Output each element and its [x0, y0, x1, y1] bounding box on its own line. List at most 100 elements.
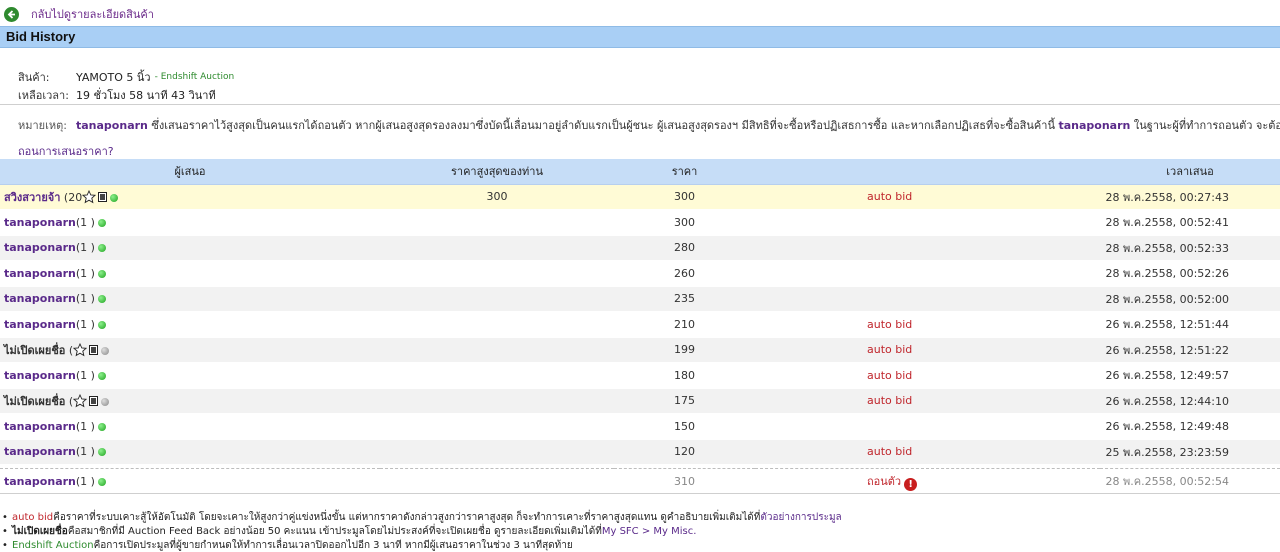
status-dot-icon — [97, 371, 106, 380]
retract-status-cell: ถอนตัว! — [755, 468, 1100, 494]
status-dot-icon — [97, 422, 106, 431]
bidder-cell: tanaponarn(1 ) — [0, 311, 380, 338]
bidder-cell: tanaponarn(1 ) — [0, 235, 380, 261]
status-dot-icon — [101, 397, 110, 406]
max-price-cell — [380, 260, 614, 287]
status-dot-icon — [101, 346, 110, 355]
retracted-bid-row: tanaponarn(1 ) 310 ถอนตัว! 28 พ.ค.2558, 00:… — [0, 468, 1280, 494]
status-dot-icon — [97, 244, 106, 253]
status-dot-icon — [97, 448, 106, 457]
auction-type-tag: - Endshift Auction — [154, 72, 235, 82]
note-anonymous: • ไม่เปิดเผยชื่อ คือสมาชิกที่มี Auction F… — [2, 525, 697, 539]
feedback-count: (1 ) — [75, 368, 95, 382]
table-row: tanaponarn(1 ) 150 26 พ.ค.2558, 12:49:48 — [0, 413, 1280, 440]
remark-label: หมายเหตุ: — [18, 119, 67, 132]
auto-bid-cell — [755, 260, 1100, 287]
back-link-row[interactable]: กลับไปดูรายละเอียดสินค้า — [4, 6, 154, 22]
feedback-count: (1 ) — [75, 317, 95, 331]
my-sfc-link[interactable]: My SFC > My Misc. — [602, 525, 697, 539]
table-row: tanaponarn(1 ) 210 auto bid 26 พ.ค.2558, 12… — [0, 311, 1280, 338]
bidder-name[interactable]: tanaponarn — [4, 445, 76, 458]
feedback-count: (1 ) — [75, 445, 95, 459]
table-row: tanaponarn(1 ) 235 28 พ.ค.2558, 00:52:00 — [0, 286, 1280, 312]
star-icon — [73, 393, 88, 408]
remaining-label: เหลือเวลา: — [18, 89, 69, 102]
bidder-name[interactable]: tanaponarn — [4, 318, 76, 331]
bid-time-cell: 26 พ.ค.2558, 12:51:44 — [1100, 311, 1280, 338]
table-header-row: ผู้เสนอ ราคาสูงสุดของท่าน ราคา เวลาเสนอ — [0, 159, 1280, 185]
bidder-cell: tanaponarn(1 ) — [0, 286, 380, 312]
status-dot-icon — [97, 269, 106, 278]
feedback-count: (1 ) — [75, 292, 95, 306]
bidder-cell: tanaponarn(1 ) — [0, 468, 380, 494]
feedback-count: (1 ) — [75, 215, 95, 229]
auto-bid-cell: auto bid — [755, 184, 1100, 210]
bidder-name[interactable]: tanaponarn — [4, 369, 76, 382]
price-cell: 235 — [614, 286, 755, 312]
remark-user-2[interactable]: tanaponarn — [1058, 119, 1130, 132]
remaining-time: 19 ชั่วโมง 58 นาที 43 วินาที — [76, 89, 216, 102]
exclamation-icon[interactable]: ! — [904, 477, 918, 491]
auto-bid-cell: auto bid — [755, 337, 1100, 363]
table-row: tanaponarn(1 ) 280 28 พ.ค.2558, 00:52:33 — [0, 235, 1280, 261]
bidder-name[interactable]: สวิงสวายจ้า — [4, 191, 60, 204]
feedback-count: (1 ) — [75, 241, 95, 255]
auto-bid-cell: auto bid — [755, 311, 1100, 338]
col-price: ราคา — [614, 159, 755, 185]
legend-notes: • auto bid คือราคาที่ระบบเคาะสู้ให้อัตโนม… — [2, 511, 842, 552]
price-cell: 150 — [614, 413, 755, 440]
bidder-name[interactable]: tanaponarn — [4, 475, 76, 488]
auto-bid-cell: auto bid — [755, 362, 1100, 389]
retract-bid-link[interactable]: ถอนการเสนอราคา? — [18, 142, 114, 160]
bidder-name[interactable]: tanaponarn — [4, 292, 76, 305]
bid-time-cell: 28 พ.ค.2558, 00:52:41 — [1100, 209, 1280, 236]
col-blank — [755, 159, 1100, 185]
bid-time-cell: 28 พ.ค.2558, 00:52:26 — [1100, 260, 1280, 287]
price-cell: 310 — [614, 468, 755, 494]
bid-time-cell: 25 พ.ค.2558, 23:23:59 — [1100, 439, 1280, 465]
star-icon — [73, 342, 88, 357]
table-row: สวิงสวายจ้า (20 300 300 auto bid 28 พ.ค.2558… — [0, 184, 1280, 210]
price-cell: 180 — [614, 362, 755, 389]
bidder-name[interactable]: tanaponarn — [4, 216, 76, 229]
bidder-name[interactable]: tanaponarn — [4, 267, 76, 280]
max-price-cell: 300 — [380, 184, 614, 210]
arrow-left-icon[interactable] — [4, 6, 19, 22]
max-price-cell — [380, 362, 614, 389]
feedback-count: ( — [65, 394, 74, 408]
bidder-cell: tanaponarn(1 ) — [0, 209, 380, 236]
feedback-count: (1 ) — [75, 419, 95, 433]
auction-example-link[interactable]: ตัวอย่างการประมูล — [760, 511, 841, 525]
max-price-cell — [380, 413, 614, 440]
max-price-cell — [380, 209, 614, 236]
price-cell: 300 — [614, 184, 755, 210]
auto-bid-cell — [755, 413, 1100, 440]
price-cell: 175 — [614, 388, 755, 414]
status-dot-icon — [97, 295, 106, 304]
bidder-cell: tanaponarn(1 ) — [0, 413, 380, 440]
feedback-count: ( — [65, 343, 74, 357]
bidder-name[interactable]: tanaponarn — [4, 420, 76, 433]
bidder-cell: tanaponarn(1 ) — [0, 362, 380, 389]
bidder-cell: ไม่เปิดเผยชื่อ ( — [0, 388, 380, 414]
price-cell: 280 — [614, 235, 755, 261]
price-cell: 120 — [614, 439, 755, 465]
member-badge-icon — [89, 395, 99, 406]
member-badge-icon — [98, 191, 108, 202]
bidder-name[interactable]: tanaponarn — [4, 241, 76, 254]
max-price-cell — [380, 388, 614, 414]
bidder-cell: tanaponarn(1 ) — [0, 260, 380, 287]
bid-time-cell: 26 พ.ค.2558, 12:44:10 — [1100, 388, 1280, 414]
table-row: tanaponarn(1 ) 120 auto bid 25 พ.ค.2558, 23… — [0, 439, 1280, 465]
bid-history-table: ผู้เสนอ ราคาสูงสุดของท่าน ราคา เวลาเสนอ … — [0, 159, 1280, 494]
auto-bid-cell — [755, 235, 1100, 261]
remark-user[interactable]: tanaponarn — [76, 119, 148, 132]
max-price-cell — [380, 468, 614, 494]
status-dot-icon — [97, 218, 106, 227]
bid-time-cell: 28 พ.ค.2558, 00:52:54 — [1100, 468, 1280, 494]
back-to-product-link[interactable]: กลับไปดูรายละเอียดสินค้า — [31, 5, 154, 23]
table-row: ไม่เปิดเผยชื่อ (199 auto bid 26 พ.ค.2558, … — [0, 337, 1280, 363]
auto-bid-cell — [755, 209, 1100, 236]
max-price-cell — [380, 337, 614, 363]
auto-bid-cell: auto bid — [755, 439, 1100, 465]
